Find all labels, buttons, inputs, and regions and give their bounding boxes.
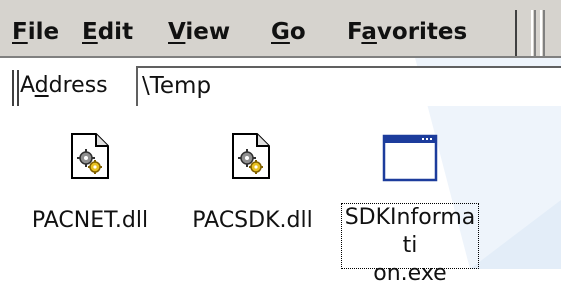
menu-file[interactable]: File: [12, 0, 59, 57]
address-bar-grip[interactable]: [12, 70, 19, 106]
toolbar-grip-2[interactable]: [540, 10, 545, 56]
toolbar-grip[interactable]: [531, 10, 536, 56]
address-bar: Address \Temp: [0, 58, 561, 112]
menu-go[interactable]: Go: [271, 0, 306, 57]
menu-edit[interactable]: Edit: [82, 0, 133, 57]
dll-gear-icon: [71, 133, 109, 179]
menu-favorites[interactable]: Favorites: [347, 0, 467, 57]
file-name: PACSDK.dll: [192, 208, 313, 233]
address-input[interactable]: \Temp: [136, 66, 561, 106]
menu-view[interactable]: View: [168, 0, 230, 57]
dll-gear-icon: [232, 133, 270, 179]
exe-window-icon: [382, 134, 438, 182]
menu-bar: File Edit View Go Favorites: [0, 0, 561, 57]
file-name: PACNET.dll: [31, 208, 149, 233]
address-label: Address: [20, 73, 108, 98]
menu-bar-border: [0, 56, 561, 58]
file-name-selected: SDKInformati on.exe: [341, 203, 479, 286]
menu-divider: [515, 10, 517, 56]
file-list: PACNET.dll PACSDK.dll SDKInformati on.ex…: [0, 112, 561, 286]
